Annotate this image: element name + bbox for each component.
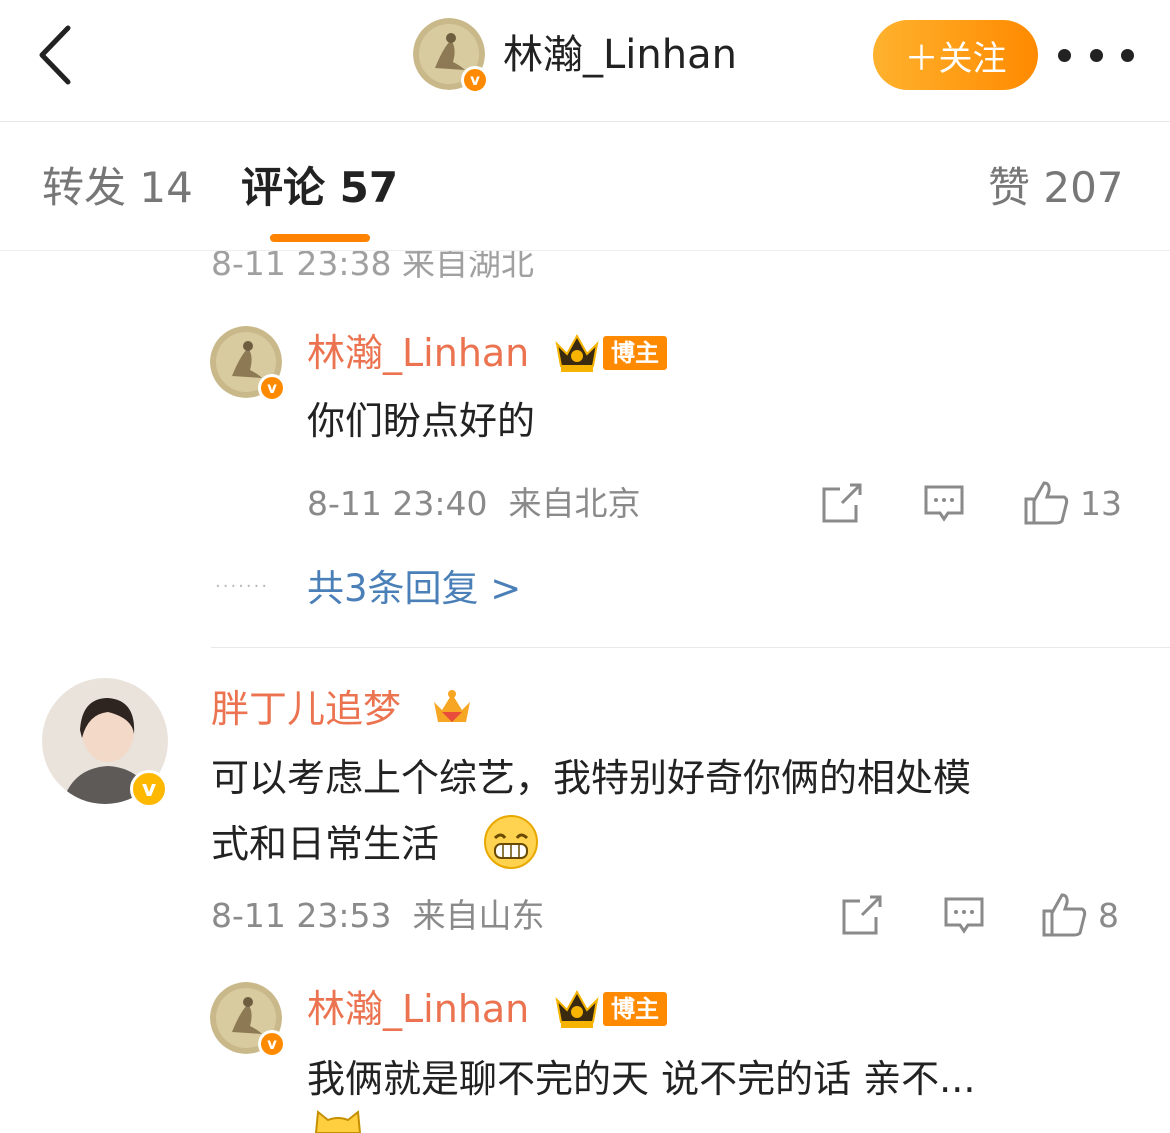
crown-icon [434, 690, 470, 722]
reply-time: 8-11 23:40 [307, 484, 488, 523]
comment-meta: 8-11 23:53 来自山东 [211, 896, 544, 936]
share-icon [822, 483, 862, 523]
share-icon [842, 895, 882, 935]
follow-button[interactable]: ＋关注 [873, 20, 1038, 90]
replies-divider: ······· [215, 576, 270, 597]
back-arrow-icon[interactable] [30, 22, 80, 88]
like-icon [1024, 481, 1069, 525]
comment-divider [211, 647, 1170, 648]
owner-tag: 博主 [603, 336, 667, 370]
active-tab-indicator [270, 234, 370, 242]
comment-location: 来自山东 [412, 896, 545, 935]
verified-icon: v [258, 374, 286, 402]
reply-username[interactable]: 林瀚_Linhan [307, 985, 529, 1033]
comment-time: 8-11 23:53 [211, 896, 392, 935]
verified-icon: v [258, 1030, 286, 1058]
verified-icon: v [130, 770, 168, 808]
verified-icon: v [461, 66, 489, 94]
like-count: 13 [1080, 483, 1122, 523]
reply-text: 我俩就是聊不完的天 说不完的话 亲不... [307, 1057, 976, 1101]
like-icon [1042, 893, 1087, 937]
comment-button[interactable] [922, 478, 966, 528]
top-bar: v 林瀚_Linhan ＋关注 [0, 0, 1170, 122]
reply-username[interactable]: 林瀚_Linhan [307, 329, 529, 377]
owner-tag: 博主 [603, 992, 667, 1026]
like-button[interactable]: 8 [1040, 890, 1119, 940]
comment-icon [924, 485, 964, 522]
grin-emoji-icon [484, 815, 538, 869]
commenter-username[interactable]: 胖丁儿追梦 [211, 685, 401, 733]
reply-location: 来自北京 [508, 484, 641, 523]
reply-meta: 8-11 23:40 来自北京 [307, 484, 640, 524]
reply-text: 你们盼点好的 [307, 399, 536, 443]
comment-button[interactable] [942, 890, 986, 940]
tab-bar: 转发 14 评论 57 赞 207 [0, 123, 1170, 251]
author-name[interactable]: 林瀚_Linhan [503, 30, 737, 80]
comment-icon [944, 897, 984, 934]
like-button[interactable]: 13 [1022, 478, 1122, 528]
share-button[interactable] [840, 890, 884, 940]
comment-text: 式和日常生活 [211, 822, 440, 866]
cat-emoji-icon [314, 1110, 362, 1133]
more-replies-link[interactable]: 共3条回复 > [307, 566, 521, 612]
share-button[interactable] [820, 478, 864, 528]
comment-text-line2: 式和日常生活 [211, 811, 439, 877]
tab-comments[interactable]: 评论 57 [241, 161, 398, 215]
crown-icon [555, 333, 599, 372]
comment-text-line1: 可以考虑上个综艺，我特别好奇你俩的相处模 [211, 756, 972, 800]
tab-reposts[interactable]: 转发 14 [42, 161, 193, 215]
like-count: 8 [1098, 895, 1119, 935]
more-icon[interactable] [1058, 30, 1134, 80]
tab-likes[interactable]: 赞 207 [988, 161, 1124, 215]
crown-icon [555, 989, 599, 1028]
